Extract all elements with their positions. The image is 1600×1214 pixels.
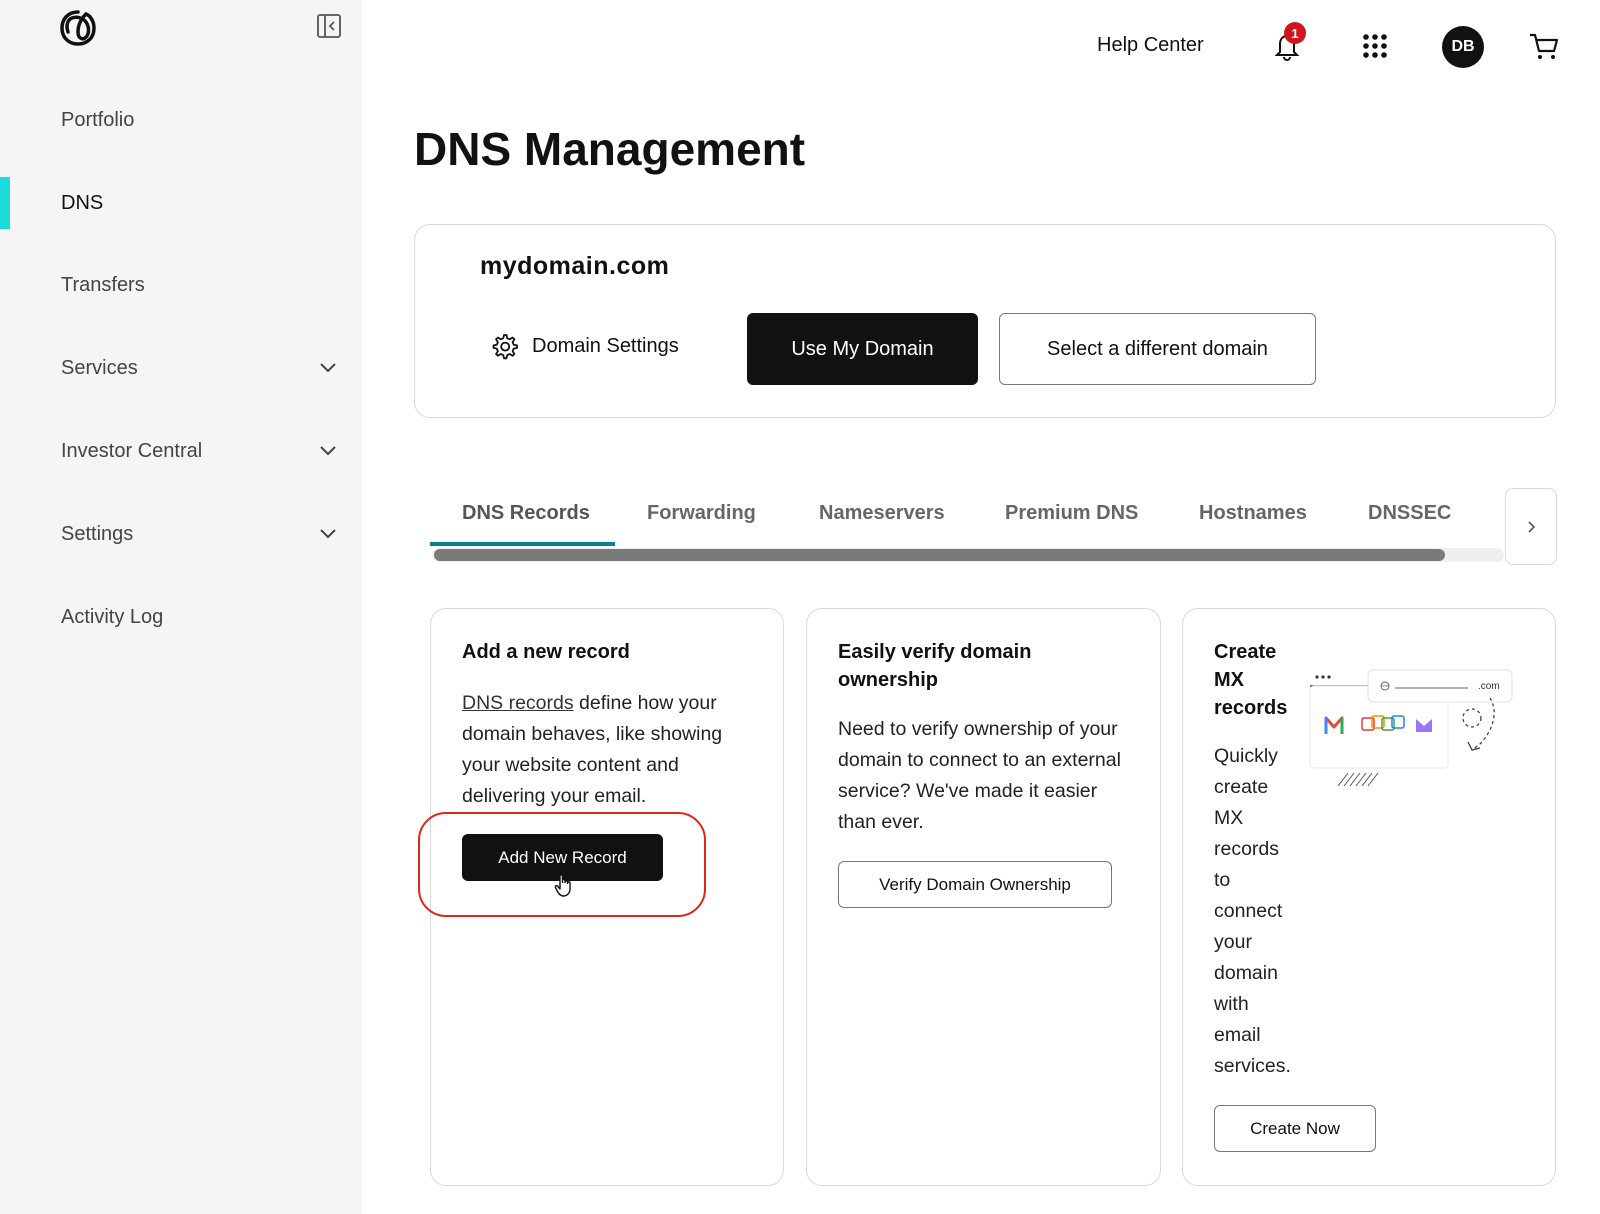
- sidebar-item-label: DNS: [61, 191, 104, 214]
- sidebar-item-investor-central[interactable]: Investor Central: [0, 425, 362, 477]
- help-center-link[interactable]: Help Center: [1097, 34, 1204, 57]
- sidebar-item-label: Portfolio: [61, 108, 135, 131]
- chevron-down-icon: [320, 446, 336, 456]
- domain-settings-button[interactable]: Domain Settings: [490, 332, 679, 360]
- verify-text: Need to verify ownership of your domain …: [838, 718, 1121, 833]
- sidebar-item-label: Transfers: [61, 273, 145, 296]
- user-avatar[interactable]: DB: [1442, 26, 1484, 68]
- create-now-button[interactable]: Create Now: [1214, 1105, 1376, 1152]
- notification-badge: 1: [1284, 22, 1306, 44]
- chevron-right-icon: [1528, 520, 1536, 533]
- sidebar-item-transfers[interactable]: Transfers: [0, 259, 362, 311]
- illus-domain-text: .com: [1478, 681, 1500, 692]
- active-tab-underline: [430, 542, 615, 546]
- sidebar-item-label: Activity Log: [61, 605, 164, 628]
- sidebar: Portfolio DNS Transfers Services Investo…: [0, 0, 362, 1214]
- mx-title: Create MX records: [1214, 641, 1288, 719]
- tab-premium-dns[interactable]: Premium DNS: [1005, 502, 1138, 525]
- chevron-down-icon: [320, 529, 336, 539]
- sidebar-item-activity-log[interactable]: Activity Log: [0, 591, 362, 643]
- mx-text: Quickly create MX records to connect you…: [1214, 745, 1291, 1077]
- add-record-text: DNS records define how your domain behav…: [462, 688, 762, 812]
- tabs-next-button[interactable]: [1505, 488, 1557, 565]
- sidebar-item-label: Settings: [61, 522, 134, 545]
- cart-icon[interactable]: [1528, 30, 1560, 62]
- tab-dns-records[interactable]: DNS Records: [462, 502, 590, 525]
- domain-name: mydomain.com: [480, 252, 670, 280]
- sidebar-item-label: Services: [61, 356, 138, 379]
- tab-hostnames[interactable]: Hostnames: [1199, 502, 1307, 525]
- domain-settings-label: Domain Settings: [532, 334, 679, 357]
- tab-dnssec[interactable]: DNSSEC: [1368, 502, 1451, 525]
- tab-nameservers[interactable]: Nameservers: [819, 502, 945, 525]
- use-my-domain-button[interactable]: Use My Domain: [747, 313, 978, 385]
- active-indicator: [0, 177, 10, 229]
- tab-forwarding[interactable]: Forwarding: [647, 502, 756, 525]
- page-title: DNS Management: [414, 123, 806, 175]
- verify-domain-ownership-button[interactable]: Verify Domain Ownership: [838, 861, 1112, 908]
- sidebar-item-services[interactable]: Services: [0, 342, 362, 394]
- godaddy-logo[interactable]: [58, 8, 98, 48]
- sidebar-item-label: Investor Central: [61, 439, 203, 462]
- apps-grid-icon[interactable]: [1362, 33, 1388, 59]
- email-services-illustration: .com: [1309, 669, 1513, 787]
- collapse-sidebar-icon[interactable]: [316, 13, 342, 39]
- chevron-down-icon: [320, 363, 336, 373]
- dns-records-link[interactable]: DNS records: [462, 692, 574, 714]
- verify-title: Easily verify domain ownership: [838, 641, 1032, 691]
- select-different-domain-button[interactable]: Select a different domain: [999, 313, 1316, 385]
- gear-icon: [492, 334, 518, 360]
- tabs-scrollbar-thumb[interactable]: [434, 549, 1445, 561]
- sidebar-item-portfolio[interactable]: Portfolio: [0, 94, 362, 146]
- add-record-title: Add a new record: [462, 641, 630, 663]
- sidebar-item-settings[interactable]: Settings: [0, 508, 362, 560]
- add-record-text-first: define how your: [573, 692, 717, 714]
- add-record-text-rest: domain behaves, like showing your websit…: [462, 723, 723, 807]
- hand-cursor-icon: [554, 874, 571, 897]
- sidebar-item-dns[interactable]: DNS: [0, 177, 362, 229]
